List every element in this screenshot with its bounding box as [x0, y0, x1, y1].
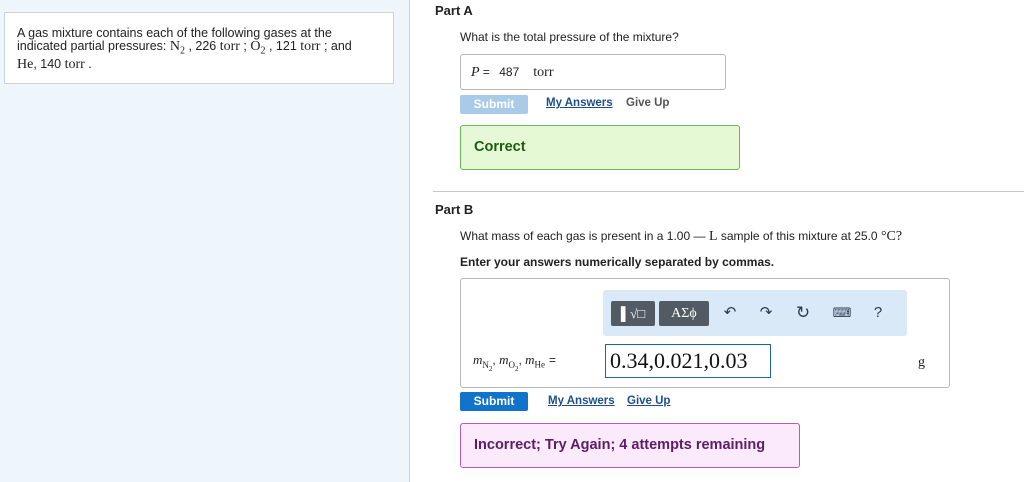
problem-line-2: indicated partial pressures: N2 , 226 to…: [17, 39, 352, 57]
part-b-unit: g: [918, 355, 925, 370]
part-a-answer-field[interactable]: P = 487 torr: [460, 54, 726, 90]
part-divider: [433, 191, 1024, 192]
part-b-instruction: Enter your answers numerically separated…: [460, 255, 775, 269]
part-a-question: What is the total pressure of the mixtur…: [460, 30, 679, 44]
problem-pane: A gas mixture contains each of the follo…: [0, 0, 410, 482]
part-a-answer-value: 487: [499, 65, 520, 79]
math-toolbar: ▌√□ ΑΣϕ ↶ ↷ ↻ ⌨ ?: [603, 290, 907, 336]
part-b-submit-button[interactable]: Submit: [460, 392, 528, 411]
part-a-title: Part A: [435, 3, 473, 18]
equals-sign: =: [479, 65, 494, 79]
symbols-button[interactable]: ΑΣϕ: [659, 301, 709, 326]
problem-line-3: He, 140 torr .: [17, 56, 92, 72]
templates-button[interactable]: ▌√□: [611, 301, 655, 326]
help-icon[interactable]: ?: [867, 302, 889, 324]
problem-statement: A gas mixture contains each of the follo…: [4, 12, 394, 84]
part-a-unit: torr: [533, 65, 554, 80]
part-b-my-answers-link[interactable]: My Answers: [548, 395, 615, 407]
part-b-feedback-incorrect: Incorrect; Try Again; 4 attempts remaini…: [460, 423, 800, 468]
part-b-answer-input[interactable]: 0.34,0.021,0.03: [605, 344, 771, 378]
part-a-submit-button[interactable]: Submit: [460, 95, 528, 114]
mass-variable-labels: mN2, mO2, mHe =: [473, 352, 557, 373]
part-a-my-answers-link[interactable]: My Answers: [546, 97, 613, 109]
redo-icon[interactable]: ↷: [755, 302, 777, 324]
part-a-give-up-link[interactable]: Give Up: [626, 97, 669, 109]
pressure-variable: P: [471, 65, 480, 80]
part-b-answer-panel: ▌√□ ΑΣϕ ↶ ↷ ↻ ⌨ ? mN2, mO2, mHe = 0.34,0.…: [460, 278, 950, 388]
reset-icon[interactable]: ↻: [792, 302, 814, 324]
keyboard-icon[interactable]: ⌨: [831, 302, 853, 324]
part-b-title: Part B: [435, 202, 474, 217]
undo-icon[interactable]: ↶: [719, 302, 741, 324]
part-b-question: What mass of each gas is present in a 1.…: [460, 229, 903, 244]
part-a-feedback-correct: Correct: [460, 125, 740, 170]
part-b-give-up-link[interactable]: Give Up: [627, 395, 670, 407]
parts-pane: Part A What is the total pressure of the…: [410, 0, 1024, 482]
